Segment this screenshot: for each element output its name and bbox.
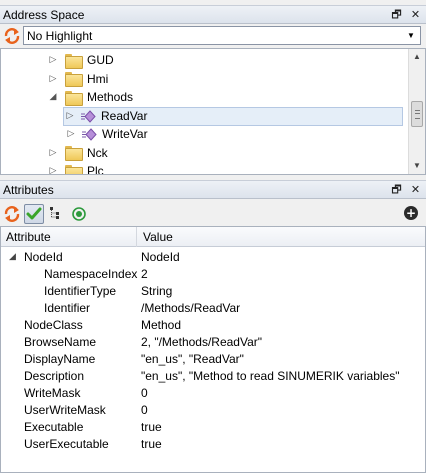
expand-arrow-icon[interactable]: ▷ [64,111,76,121]
check-icon [26,207,42,220]
attributes-table-header: Attribute Value [1,227,425,247]
attribute-row-userwritemask[interactable]: UserWriteMask 0 [1,402,425,419]
expand-arrow-icon[interactable]: ▷ [65,129,77,139]
attributes-restore-button[interactable]: 🗗 [390,183,403,196]
monitor-button[interactable] [70,204,90,224]
attributes-header: Attributes 🗗 ✕ [0,180,426,199]
method-icon [81,109,96,123]
address-space-toolbar: No Highlight ▼ [0,24,426,48]
tree-structure-icon [50,207,59,219]
address-space-tree[interactable]: ▷ GUD ▷ Hmi ◢ Methods ▷ ReadVar ▷ WriteVar ▷ Nck ▷ Pl… [0,48,426,175]
chevron-down-icon[interactable]: ▼ [404,28,418,43]
collapse-arrow-icon[interactable]: ◢ [9,249,16,266]
tree-item-readvar[interactable]: ▷ ReadVar [63,106,403,126]
attribute-value: "en_us", "ReadVar" [141,352,244,366]
address-space-title: Address Space [3,7,85,22]
attribute-name: DisplayName [24,352,96,366]
expand-arrow-icon[interactable]: ▷ [47,74,59,84]
tree-item-label: WriteVar [102,127,148,141]
attribute-value: 2 [141,267,148,281]
attribute-value: NodeId [141,250,180,264]
highlight-combo[interactable]: No Highlight ▼ [23,26,421,45]
attribute-name: BrowseName [24,335,97,349]
tree-item-nck[interactable]: ▷ Nck [47,144,108,162]
attribute-row-identifiertype[interactable]: IdentifierType String [1,283,425,300]
attribute-value: /Methods/ReadVar [141,301,241,315]
attribute-value: true [141,420,162,434]
tree-item-plc[interactable]: ▷ Plc [47,162,104,175]
attribute-value: "en_us", "Method to read SINUMERIK varia… [141,369,400,383]
tree-item-label: Hmi [87,71,109,86]
attribute-row-userexecutable[interactable]: UserExecutable true [1,436,425,453]
attribute-name: NamespaceIndex [44,267,138,281]
attribute-name: IdentifierType [44,284,117,298]
attribute-value: String [141,284,173,298]
address-space-restore-button[interactable]: 🗗 [390,8,403,21]
attribute-name: NodeClass [24,318,83,332]
attribute-value: 0 [141,386,148,400]
attribute-row-nodeclass[interactable]: NodeClass Method [1,317,425,334]
auto-update-button[interactable] [24,204,44,224]
attribute-row-description[interactable]: Description "en_us", "Method to read SINU… [1,368,425,385]
collapse-arrow-icon[interactable]: ◢ [47,92,59,102]
scroll-down-icon[interactable]: ▼ [409,158,425,174]
folder-icon [65,53,83,69]
attributes-close-button[interactable]: ✕ [409,183,422,196]
folder-icon [65,90,83,106]
tree-item-methods[interactable]: ◢ Methods [47,88,133,106]
attribute-name: Description [24,369,85,383]
attribute-name: UserExecutable [24,437,109,451]
expand-arrow-icon[interactable]: ▷ [47,148,59,158]
folder-icon [65,72,83,87]
attribute-row-displayname[interactable]: DisplayName "en_us", "ReadVar" [1,351,425,368]
tree-view-button[interactable] [47,204,67,224]
attribute-name: UserWriteMask [24,403,106,417]
tree-item-label: ReadVar [101,109,148,123]
attributes-toolbar: + [0,202,426,226]
scroll-thumb[interactable] [411,101,423,127]
attribute-value: 0 [141,403,148,417]
tree-scrollbar[interactable]: ▲ ▼ [408,49,425,174]
folder-icon [65,164,83,174]
attribute-name: Executable [24,420,84,434]
tree-item-gud[interactable]: ▷ GUD [47,51,114,69]
tree-item-label: Nck [87,145,108,160]
tree-item-hmi[interactable]: ▷ Hmi [47,70,108,88]
attributes-refresh-icon[interactable] [3,205,21,223]
attribute-row-identifier[interactable]: Identifier/Methods/ReadVar [1,300,425,317]
expand-arrow-icon[interactable]: ▷ [47,55,59,65]
attribute-value: true [141,437,162,451]
scroll-up-icon[interactable]: ▲ [409,49,425,65]
refresh-icon[interactable] [3,27,21,45]
tree-item-label: Plc [87,164,104,175]
attribute-row-browsename[interactable]: BrowseName 2, "/Methods/ReadVar" [1,334,425,351]
attribute-name: Identifier [44,301,91,315]
highlight-combo-value: No Highlight [27,28,93,43]
attribute-row-writemask[interactable]: WriteMask 0 [1,385,425,402]
tree-item-label: Methods [87,90,134,104]
attribute-row-nodeid[interactable]: ◢ NodeId NodeId [1,249,425,266]
attribute-value: Method [141,318,182,332]
address-space-close-button[interactable]: ✕ [409,8,422,21]
attribute-row-namespaceindex[interactable]: NamespaceIndex 2 [1,266,425,283]
attribute-name: NodeId [24,250,63,264]
address-space-header: Address Space 🗗 ✕ [0,5,426,24]
column-header-value[interactable]: Value [138,227,425,247]
attributes-table: Attribute Value ◢ NodeId NodeId NamespaceIn… [0,226,426,473]
expand-arrow-icon[interactable]: ▷ [47,166,59,174]
tree-item-label: GUD [87,53,114,67]
column-header-attribute[interactable]: Attribute [1,227,137,247]
attribute-row-executable[interactable]: Executable true [1,419,425,436]
folder-icon [65,146,83,161]
attribute-name: WriteMask [24,386,81,400]
tree-item-writevar[interactable]: ▷ WriteVar [65,125,148,143]
attribute-value: 2, "/Methods/ReadVar" [141,335,263,349]
target-icon [72,207,86,221]
add-icon[interactable]: + [404,206,418,220]
method-icon [82,127,97,141]
attributes-title: Attributes [3,182,54,197]
